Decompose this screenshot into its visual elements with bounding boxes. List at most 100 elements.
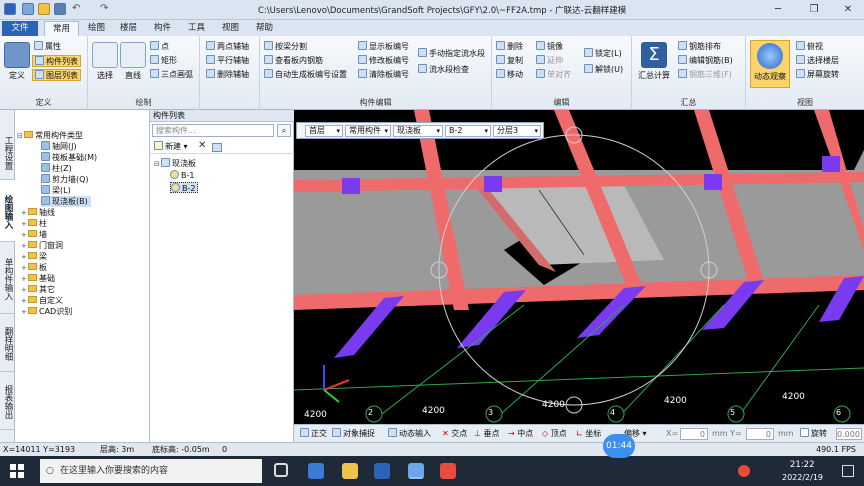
tree-item[interactable]: 柱(Z)	[41, 163, 72, 174]
extend-button[interactable]: 延伸	[536, 55, 563, 67]
tab-common[interactable]: 常用	[44, 21, 80, 36]
ortho-toggle[interactable]: 正交	[300, 428, 327, 440]
tab-drawing-input[interactable]: 绘图输入	[0, 180, 15, 242]
tab-file[interactable]: 文件	[2, 21, 38, 36]
tree-item[interactable]: 剪力墙(Q)	[41, 174, 89, 185]
component-list-button[interactable]: 构件列表	[32, 55, 81, 67]
copy-button[interactable]: 复制	[496, 55, 523, 67]
tree-folder[interactable]: + 基础	[21, 273, 55, 284]
delete-icon[interactable]: ✕	[198, 140, 206, 151]
search-icon[interactable]: ⌕	[277, 124, 291, 137]
midpoint-snap[interactable]: → 中点	[508, 428, 533, 440]
component-dropdown[interactable]: B-2	[445, 125, 491, 137]
layer-dropdown[interactable]: 分层3	[493, 125, 541, 137]
auto-slab-number-button[interactable]: 自动生成板编号设置	[264, 69, 347, 81]
tab-single-component[interactable]: 单构件输入	[0, 242, 15, 314]
intersection-snap[interactable]: ✕ 交点	[442, 428, 467, 440]
summary-calc-button[interactable]: Σ 汇总计算	[636, 42, 672, 81]
x-input[interactable]: 0	[680, 428, 708, 440]
show-slab-number-button[interactable]: 显示板编号	[358, 41, 409, 53]
align-button[interactable]: 单对齐	[536, 69, 571, 81]
screen-rotate-button[interactable]: 屏幕旋转	[796, 69, 839, 81]
tab-view[interactable]: 视图	[214, 21, 247, 36]
unlock-button[interactable]: 解锁(U)	[584, 64, 623, 76]
tree-folder[interactable]: + 梁	[21, 251, 47, 262]
undo-icon[interactable]: ↶	[72, 3, 80, 14]
tab-help[interactable]: 帮助	[248, 21, 281, 36]
minimize-icon[interactable]: ─	[766, 2, 790, 18]
tray-icon[interactable]	[738, 465, 750, 477]
vertex-snap[interactable]: ◇ 顶点	[542, 428, 567, 440]
select-button[interactable]: 选择	[92, 42, 118, 81]
view-slab-rebar-button[interactable]: 查看板内钢筋	[264, 55, 323, 67]
type-dropdown[interactable]: 常用构件	[345, 125, 391, 137]
delete-axis-button[interactable]: 删除辅轴	[206, 69, 249, 81]
mirror-button[interactable]: 镜像	[536, 41, 563, 53]
edit-rebar-button[interactable]: 编辑钢筋(B)	[678, 55, 733, 67]
edit-slab-number-button[interactable]: 修改板编号	[358, 55, 409, 67]
task-view-icon[interactable]	[274, 463, 288, 477]
parallel-axis-button[interactable]: 平行辅轴	[206, 55, 249, 67]
im-icon[interactable]	[440, 463, 456, 479]
tab-detail[interactable]: 翻样明细	[0, 314, 15, 372]
rotate-toggle[interactable]: 旋转	[800, 428, 827, 440]
tree-item[interactable]: 筏板基础(M)	[41, 152, 97, 163]
rebar-layout-button[interactable]: 钢筋排布	[678, 41, 721, 53]
save-icon[interactable]	[54, 3, 66, 15]
close-icon[interactable]: ✕	[836, 2, 860, 18]
arc-button[interactable]: 三点画弧	[150, 69, 193, 81]
rect-button[interactable]: 矩形	[150, 55, 177, 67]
list-group[interactable]: ⊟ 现浇板	[154, 158, 196, 169]
new-component-button[interactable]: 新建 ▾	[154, 141, 188, 153]
tree-item[interactable]: 梁(L)	[41, 185, 71, 196]
y-input[interactable]: 0	[746, 428, 774, 440]
manual-flow-button[interactable]: 手动指定流水段	[418, 48, 485, 60]
list-item[interactable]: B-1	[170, 170, 194, 181]
taskbar-search-input[interactable]: 在这里输入你要搜索的内容	[40, 459, 262, 483]
tree-folder[interactable]: + CAD识别	[21, 306, 72, 317]
tree-root[interactable]: ⊟ 常用构件类型	[17, 130, 83, 141]
properties-button[interactable]: 属性	[34, 41, 61, 53]
tree-item[interactable]: 轴网(J)	[41, 141, 77, 152]
app-icon[interactable]	[374, 463, 390, 479]
tab-report[interactable]: 报表输出	[0, 372, 15, 430]
subtype-dropdown[interactable]: 现浇板	[393, 125, 443, 137]
tree-folder[interactable]: + 墙	[21, 229, 47, 240]
copy-icon[interactable]	[212, 143, 222, 152]
layer-list-button[interactable]: 图层列表	[32, 69, 81, 81]
list-item-selected[interactable]: B-2	[170, 182, 199, 193]
tree-folder[interactable]: + 其它	[21, 284, 55, 295]
file-explorer-icon[interactable]	[342, 463, 358, 479]
component-search-input[interactable]: 搜索构件...	[152, 124, 274, 137]
tree-folder[interactable]: + 轴线	[21, 207, 55, 218]
tab-project-settings[interactable]: 工程设置	[0, 124, 15, 180]
coordinate-snap[interactable]: ∟ 坐标	[576, 428, 601, 440]
tab-tools[interactable]: 工具	[180, 21, 213, 36]
lock-button[interactable]: 锁定(L)	[584, 48, 622, 60]
edge-icon[interactable]	[308, 463, 324, 479]
rotate-input[interactable]: 0.000	[836, 428, 862, 440]
two-point-axis-button[interactable]: 两点辅轴	[206, 41, 249, 53]
delete-button[interactable]: 删除	[496, 41, 523, 53]
tab-floor[interactable]: 楼层	[112, 21, 145, 36]
perpendicular-snap[interactable]: ⊥ 垂点	[474, 428, 500, 440]
dynamic-input-toggle[interactable]: 动态输入	[388, 428, 431, 440]
point-button[interactable]: 点	[150, 41, 169, 53]
rebar-3d-button[interactable]: 钢筋三维(F)	[678, 69, 732, 81]
tree-folder[interactable]: + 自定义	[21, 295, 63, 306]
line-button[interactable]: 直线	[120, 42, 146, 81]
move-button[interactable]: 移动	[496, 69, 523, 81]
top-view-button[interactable]: 俯视	[796, 41, 823, 53]
tree-folder[interactable]: + 门窗洞	[21, 240, 63, 251]
flow-check-button[interactable]: 流水段检查	[418, 64, 469, 76]
tree-item-selected[interactable]: 现浇板(B)	[41, 196, 91, 207]
clear-slab-number-button[interactable]: 清除板编号	[358, 69, 409, 81]
new-file-icon[interactable]	[22, 3, 34, 15]
tree-folder[interactable]: + 板	[21, 262, 47, 273]
split-by-beam-button[interactable]: 按梁分割	[264, 41, 307, 53]
object-snap-toggle[interactable]: 对象捕捉	[332, 428, 375, 440]
floor-dropdown[interactable]: 首层	[305, 125, 343, 137]
tab-draw[interactable]: 绘图	[80, 21, 113, 36]
3d-viewport[interactable]: 2 3 4 5 6 4200 4200 4200 4200 4200	[294, 110, 864, 424]
tree-folder[interactable]: + 柱	[21, 218, 47, 229]
